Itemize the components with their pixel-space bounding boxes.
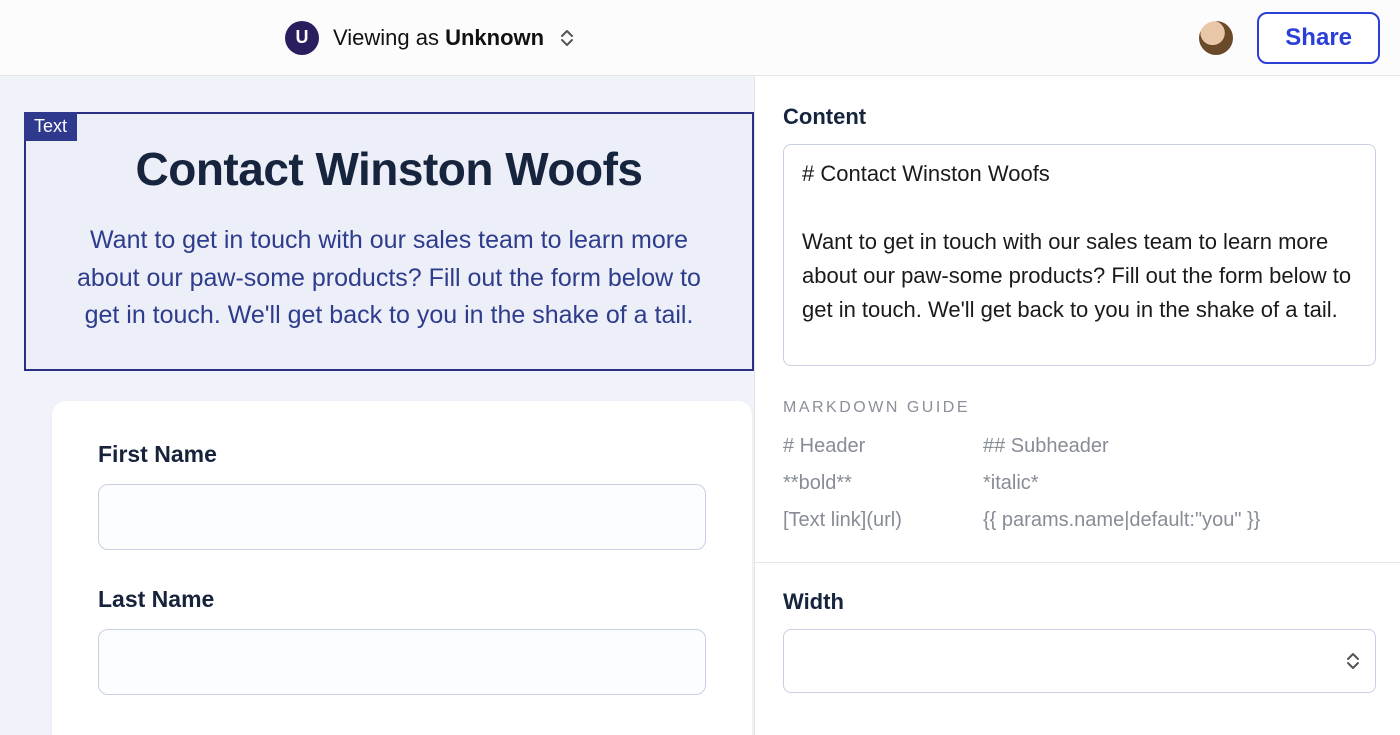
guide-header-example: # Header	[783, 435, 983, 458]
last-name-label: Last Name	[98, 586, 706, 613]
content-textarea[interactable]	[783, 144, 1376, 366]
workspace: Text Contact Winston Woofs Want to get i…	[0, 76, 1400, 735]
topbar: U Viewing as Unknown Share	[0, 0, 1400, 76]
viewing-name: Unknown	[445, 25, 544, 50]
last-name-input[interactable]	[98, 629, 706, 695]
guide-subheader-example: ## Subheader	[983, 435, 1376, 458]
markdown-guide-header: MARKDOWN GUIDE	[783, 399, 1376, 417]
text-block-heading: Contact Winston Woofs	[44, 142, 734, 196]
chevron-up-down-icon[interactable]	[558, 27, 576, 49]
guide-italic-example: *italic*	[983, 472, 1376, 495]
viewing-prefix: Viewing as	[333, 25, 445, 50]
guide-template-example: {{ params.name|default:"you" }}	[983, 509, 1376, 532]
panel-divider	[755, 562, 1400, 563]
share-button[interactable]: Share	[1257, 12, 1380, 64]
viewer-avatar-letter: U	[285, 21, 319, 55]
viewing-as-text: Viewing as Unknown	[333, 25, 544, 51]
markdown-guide: # Header ## Subheader **bold** *italic* …	[783, 435, 1376, 532]
user-avatar[interactable]	[1199, 21, 1233, 55]
block-type-tag: Text	[24, 112, 77, 141]
form-card: First Name Last Name	[52, 401, 752, 735]
first-name-input[interactable]	[98, 484, 706, 550]
guide-bold-example: **bold**	[783, 472, 983, 495]
text-block-selected[interactable]: Text Contact Winston Woofs Want to get i…	[24, 112, 754, 371]
first-name-label: First Name	[98, 441, 706, 468]
text-block-body: Want to get in touch with our sales team…	[44, 222, 734, 335]
content-label: Content	[783, 104, 1376, 130]
guide-link-example: [Text link](url)	[783, 509, 983, 532]
viewing-as-control[interactable]: U Viewing as Unknown	[285, 21, 576, 55]
properties-panel: Content MARKDOWN GUIDE # Header ## Subhe…	[754, 76, 1400, 735]
width-select[interactable]	[783, 629, 1376, 693]
width-label: Width	[783, 589, 1376, 615]
canvas: Text Contact Winston Woofs Want to get i…	[0, 76, 754, 735]
